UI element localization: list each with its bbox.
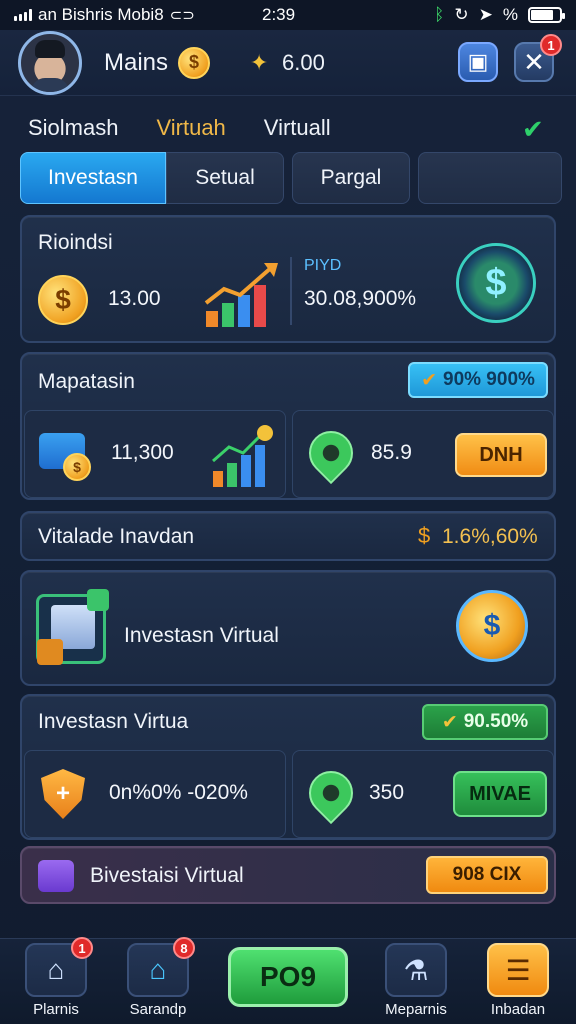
bluetooth-icon: ᛒ bbox=[434, 5, 445, 24]
dollar-coin-icon: $ bbox=[38, 275, 88, 325]
nav-label: Meparnis bbox=[385, 1001, 447, 1018]
carrier-name: an Bishris Mobi8 bbox=[38, 5, 164, 24]
link-icon: ⊂⊃ bbox=[169, 7, 195, 24]
segment-investasn[interactable]: Investasn bbox=[20, 152, 166, 204]
card1-title: Rioindsi bbox=[38, 231, 113, 254]
money-bag-icon: $ bbox=[418, 523, 431, 548]
nav-item-sarandp[interactable]: ⌂ 8 Sarandp bbox=[118, 937, 198, 1023]
flask-icon: ⚗ bbox=[385, 943, 447, 997]
card-vitalade[interactable]: Vitalade Inavdan $ 1.6%,60% bbox=[20, 511, 556, 561]
nav-badge: 8 bbox=[173, 937, 195, 959]
nav-label: Sarandp bbox=[129, 1001, 187, 1018]
location-pin-icon bbox=[299, 761, 363, 825]
status-bar: an Bishris Mobi8 ⊂⊃ 2:39 ᛒ ↻ ➤ % bbox=[0, 0, 576, 30]
check-icon[interactable]: ✔ bbox=[522, 114, 552, 144]
location-icon: ➤ bbox=[478, 5, 493, 24]
segment-empty[interactable] bbox=[418, 152, 562, 204]
status-time: 2:39 bbox=[262, 5, 296, 24]
location-pin-icon bbox=[299, 421, 363, 485]
card1-tag: PIYD bbox=[304, 257, 342, 274]
cash-stack-icon bbox=[36, 589, 109, 665]
sync-icon: ↻ bbox=[454, 5, 469, 24]
tab-virtuall[interactable]: Virtuall bbox=[264, 115, 331, 141]
wallet-button[interactable]: ▣ bbox=[458, 42, 498, 82]
avatar[interactable] bbox=[18, 30, 82, 95]
mivae-button[interactable]: MIVAE bbox=[453, 771, 547, 817]
close-button[interactable]: ✕ 1 bbox=[514, 34, 562, 82]
segmented-control: Investasn Setual Pargal bbox=[20, 152, 562, 204]
card1-divider bbox=[290, 257, 292, 325]
check-mark-icon: ✔ bbox=[441, 711, 458, 733]
card2-pill-text: 90% 900% bbox=[443, 369, 535, 390]
nav-center-button[interactable]: PO9 bbox=[228, 947, 348, 1007]
card2-right-panel[interactable]: 85.9 DNH bbox=[292, 410, 554, 498]
card2-left-amount: 11,300 bbox=[111, 441, 174, 464]
card-rioindsi[interactable]: Rioindsi $ 13.00 PIYD 30.08,900% $ bbox=[20, 215, 556, 343]
investment-globe-icon: $ bbox=[456, 243, 536, 323]
tab-virtuah[interactable]: Virtuah bbox=[156, 115, 225, 141]
bee-coin-icon: ✦ bbox=[249, 49, 269, 75]
nav-label: Plarnis bbox=[33, 1001, 79, 1018]
nav-item-plarnis[interactable]: ⌂ 1 Plarnis bbox=[16, 937, 96, 1023]
status-right: ᛒ ↻ ➤ % bbox=[434, 5, 565, 25]
nav-item-meparnis[interactable]: ⚗ Meparnis bbox=[376, 943, 456, 1023]
nav-item-inbadan[interactable]: ☰ Inbadan bbox=[478, 943, 558, 1023]
card1-amount: 13.00 bbox=[108, 287, 161, 310]
card6-pill-text: 908 CIX bbox=[452, 864, 522, 885]
card2-title: Mapatasin bbox=[38, 370, 135, 393]
dnh-button[interactable]: DNH bbox=[455, 433, 547, 477]
card-mapatasin[interactable]: Mapatasin ✔ 90% 900% $ 11,300 85.9 DNH bbox=[20, 352, 556, 500]
home-icon: ⌂ 1 bbox=[25, 937, 93, 997]
card5-right-value: 350 bbox=[369, 781, 405, 804]
card-bivestaisi[interactable]: Bivestaisi Virtual 908 CIX bbox=[20, 846, 556, 904]
app-header: Mains $ ✦ 6.00 ▣ ✕ 1 bbox=[0, 30, 576, 96]
card6-title: Bivestaisi Virtual bbox=[90, 864, 244, 887]
card-investasn-virtual[interactable]: Investasn Virtual $ bbox=[20, 570, 556, 686]
card6-pill[interactable]: 908 CIX bbox=[426, 856, 548, 894]
notification-badge: 1 bbox=[540, 34, 562, 56]
trend-chart-icon bbox=[212, 425, 273, 487]
segment-setual[interactable]: Setual bbox=[166, 152, 284, 204]
small-coin-icon: $ bbox=[63, 453, 91, 481]
card5-right-panel[interactable]: 350 MIVAE bbox=[292, 750, 554, 838]
wallet-icon: ▣ bbox=[467, 49, 489, 74]
bottom-nav: ⌂ 1 Plarnis ⌂ 8 Sarandp PO9 ⚗ Meparnis ☰… bbox=[0, 937, 576, 1024]
card5-left-value: 0n%0% -020% bbox=[109, 781, 248, 804]
top-tabs: Siolmash Virtuah Virtuall ✔ bbox=[28, 108, 558, 148]
segment-group-1: Investasn Setual bbox=[20, 152, 284, 204]
card2-left-panel[interactable]: $ 11,300 bbox=[24, 410, 286, 498]
gift-ticket-icon bbox=[38, 860, 74, 892]
card5-pill-text: 90.50% bbox=[463, 711, 529, 732]
menu-icon: ☰ bbox=[487, 943, 549, 997]
coin-icon: $ bbox=[178, 46, 211, 79]
card5-title: Investasn Virtua bbox=[38, 710, 189, 733]
card3-title: Vitalade Inavdan bbox=[38, 525, 195, 548]
check-mark-icon: ✔ bbox=[421, 369, 437, 391]
status-left: an Bishris Mobi8 ⊂⊃ bbox=[14, 5, 195, 25]
card5-rate-pill: ✔ 90.50% bbox=[422, 704, 548, 740]
house-cloud-icon: ⌂ 8 bbox=[127, 937, 195, 997]
card3-rate: 1.6%,60% bbox=[442, 525, 538, 548]
card1-percent: 30.08,900% bbox=[304, 287, 417, 310]
segment-pargal[interactable]: Pargal bbox=[292, 152, 410, 204]
header-title: Mains bbox=[104, 48, 169, 76]
shield-icon: + bbox=[41, 769, 85, 819]
card2-rate-pill: ✔ 90% 900% bbox=[408, 362, 548, 398]
card4-title: Investasn Virtual bbox=[124, 624, 279, 647]
header-balance: 6.00 bbox=[282, 49, 325, 75]
card2-right-value: 85.9 bbox=[371, 441, 412, 464]
card-investasn-virtua[interactable]: Investasn Virtua ✔ 90.50% + 0n%0% -020% … bbox=[20, 694, 556, 840]
nav-badge: 1 bbox=[71, 937, 93, 959]
card5-left-panel[interactable]: + 0n%0% -020% bbox=[24, 750, 286, 838]
battery-icon bbox=[528, 7, 565, 23]
battery-percent: % bbox=[502, 5, 518, 24]
gold-coin-stack-icon: $ bbox=[456, 590, 528, 662]
tab-siolmash[interactable]: Siolmash bbox=[28, 115, 118, 141]
nav-label: Inbadan bbox=[490, 1001, 546, 1018]
growth-chart-icon bbox=[204, 263, 278, 327]
signal-icon bbox=[14, 9, 32, 21]
